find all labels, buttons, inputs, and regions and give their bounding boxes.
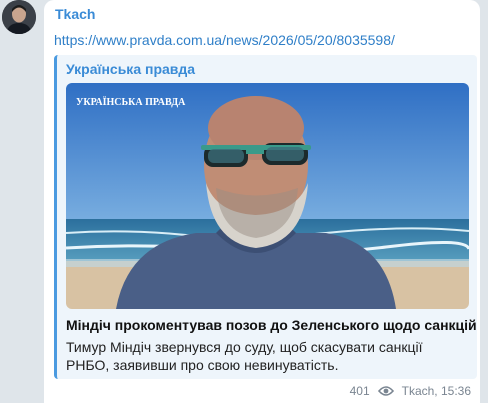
preview-title: Міндіч прокоментував позов до Зеленськог…: [66, 317, 477, 333]
avatar-portrait: [2, 0, 36, 34]
message-link[interactable]: https://www.pravda.com.ua/news/2026/05/2…: [54, 32, 395, 48]
message-signature: Tkach, 15:36: [401, 384, 471, 398]
author-name[interactable]: Tkach: [55, 6, 95, 22]
preview-photo: УКРАЇНСЬКА ПРАВДА: [66, 83, 469, 309]
preview-image[interactable]: УКРАЇНСЬКА ПРАВДА: [66, 83, 469, 309]
preview-description: Тимур Міндіч звернувся до суду, щоб скас…: [66, 339, 423, 373]
view-count: 401: [349, 384, 370, 398]
preview-site-name: Українська правда: [66, 61, 196, 77]
message-bubble: Tkach https://www.pravda.com.ua/news/202…: [44, 0, 480, 403]
link-preview[interactable]: Українська правда УКРАЇНСЬКА ПРАВДА Мінд…: [54, 55, 477, 379]
message-meta: 401 Tkach, 15:36: [350, 384, 471, 398]
photo-watermark: УКРАЇНСЬКА ПРАВДА: [76, 95, 186, 108]
avatar[interactable]: [2, 0, 36, 34]
eye-icon: [377, 386, 394, 396]
